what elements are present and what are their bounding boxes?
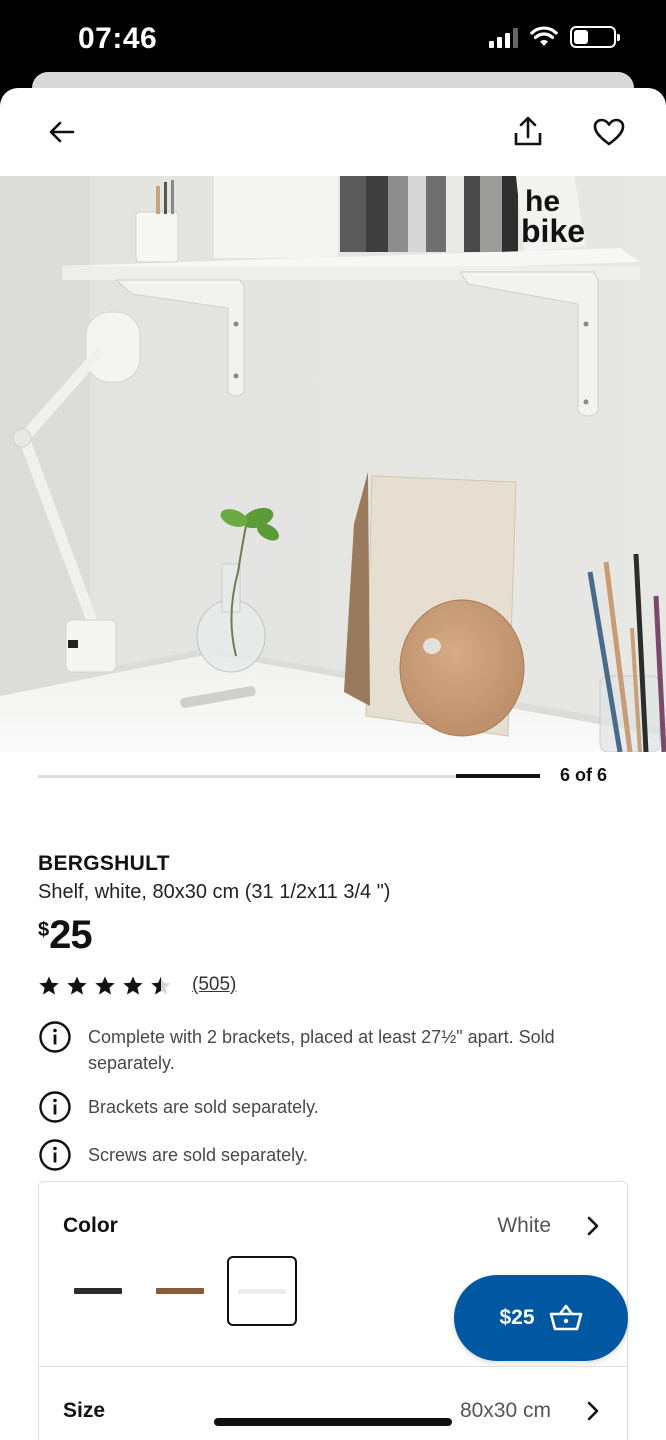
status-icons xyxy=(489,26,620,48)
svg-text:bike: bike xyxy=(521,213,585,249)
note-item: Screws are sold separately. xyxy=(38,1138,628,1172)
color-value: White xyxy=(497,1214,551,1237)
product-photo-illustration: he bike xyxy=(0,176,666,752)
shopping-basket-icon xyxy=(549,1304,582,1331)
share-button[interactable] xyxy=(504,108,552,156)
note-text: Brackets are sold separately. xyxy=(88,1097,319,1117)
info-icon xyxy=(39,1139,71,1171)
cellular-signal-icon xyxy=(489,26,518,48)
swatch-brown[interactable] xyxy=(145,1256,215,1326)
back-button[interactable] xyxy=(38,108,86,156)
note-text: Complete with 2 brackets, placed at leas… xyxy=(88,1027,555,1073)
review-count-link[interactable]: (505) xyxy=(192,974,236,996)
product-price: $ 25 xyxy=(38,913,93,957)
swatch-black-brown[interactable] xyxy=(63,1256,133,1326)
price-amount: 25 xyxy=(49,913,92,957)
arrow-left-icon xyxy=(49,121,75,143)
product-description: Shelf, white, 80x30 cm (31 1/2x11 3/4 ") xyxy=(38,881,391,903)
note-text: Screws are sold separately. xyxy=(88,1145,308,1165)
star-full-icon xyxy=(67,976,87,994)
info-icon xyxy=(39,1091,71,1123)
swatch-white[interactable] xyxy=(227,1256,297,1326)
color-row[interactable]: Color White xyxy=(39,1182,627,1262)
wifi-icon xyxy=(530,26,558,46)
product-image[interactable]: he bike xyxy=(0,176,666,752)
info-icon xyxy=(39,1021,71,1053)
gallery-counter: 6 of 6 xyxy=(560,765,608,785)
star-full-icon xyxy=(95,976,115,994)
size-label: Size xyxy=(63,1399,106,1422)
star-full-icon xyxy=(39,976,59,994)
color-label: Color xyxy=(63,1214,118,1237)
heart-outline-icon xyxy=(593,118,625,146)
chevron-right-icon xyxy=(587,1216,599,1236)
cart-button-label: $25 xyxy=(499,1306,535,1329)
star-full-icon xyxy=(123,976,143,994)
price-currency: $ xyxy=(38,919,50,941)
top-bar xyxy=(0,88,666,176)
swatch-plank xyxy=(74,1288,122,1294)
color-swatches xyxy=(63,1256,297,1326)
add-to-cart-button[interactable]: $25 xyxy=(454,1275,628,1361)
rating[interactable]: (505) xyxy=(38,974,236,996)
swatch-plank xyxy=(238,1288,286,1294)
gallery-progress-indicator xyxy=(456,774,540,778)
rating-stars xyxy=(38,975,172,996)
product-name: BERGSHULT xyxy=(38,852,170,875)
battery-icon xyxy=(570,26,620,48)
home-indicator xyxy=(214,1418,452,1426)
favorite-button[interactable] xyxy=(585,108,633,156)
swatch-plank xyxy=(156,1288,204,1294)
note-item: Brackets are sold separately. xyxy=(38,1090,628,1124)
status-time: 07:46 xyxy=(78,22,158,55)
size-value: 80x30 cm xyxy=(459,1399,551,1422)
gallery-progress-track xyxy=(38,774,540,778)
product-notes: Complete with 2 brackets, placed at leas… xyxy=(38,1020,628,1186)
share-upload-icon xyxy=(514,116,542,146)
chevron-right-icon xyxy=(587,1401,599,1421)
note-item: Complete with 2 brackets, placed at leas… xyxy=(38,1020,628,1076)
star-half-icon xyxy=(151,976,171,994)
size-row[interactable]: Size 80x30 cm xyxy=(39,1367,627,1440)
